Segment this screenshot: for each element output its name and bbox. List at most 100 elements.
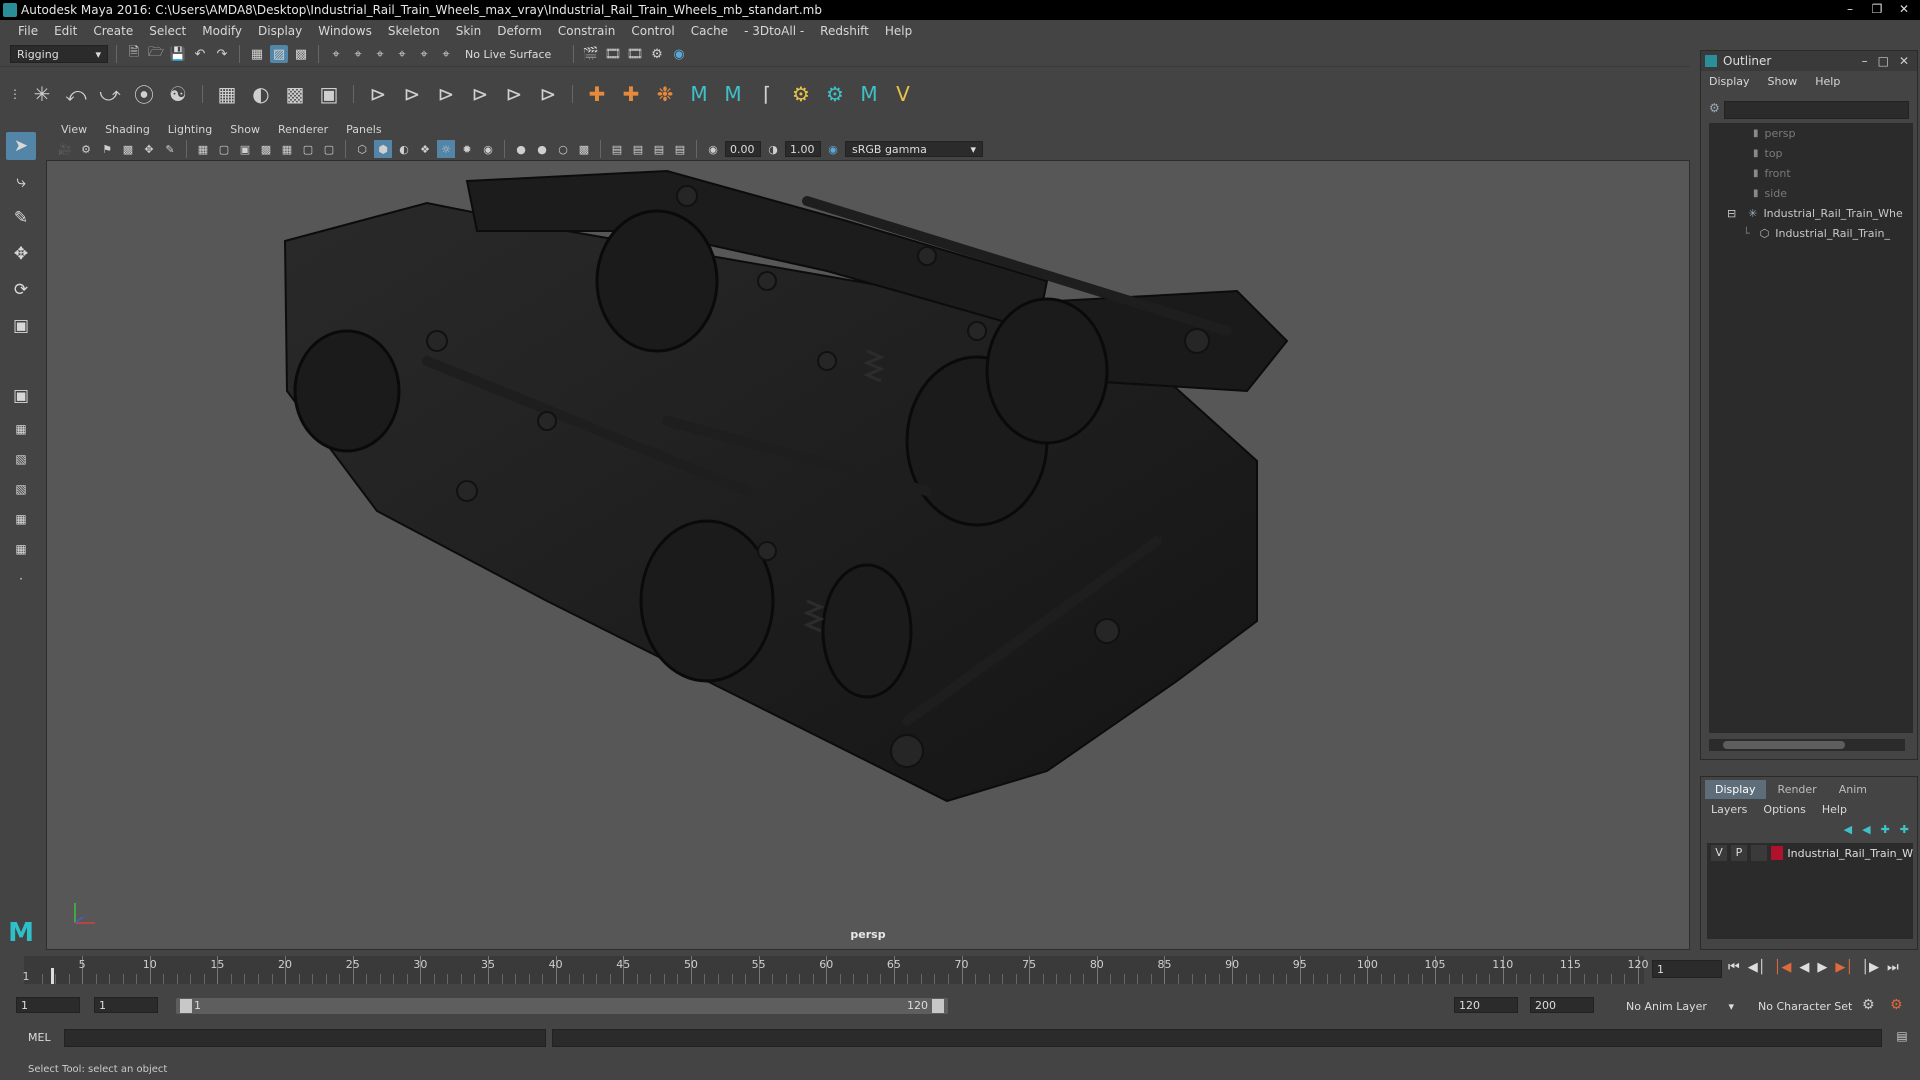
gamma-field[interactable]: 1.00 [785, 141, 821, 157]
render-settings-icon[interactable]: ⚙ [648, 45, 666, 63]
outliner-item-persp[interactable]: ▮ persp [1709, 123, 1905, 143]
single-perspective-layout-icon[interactable]: ▣ [6, 382, 36, 410]
panel-menu-lighting[interactable]: Lighting [159, 123, 221, 136]
restore-icon[interactable]: ❐ [1865, 1, 1889, 17]
persp-graph-layout-icon[interactable]: ▧ [6, 478, 36, 500]
select-tool-icon[interactable]: ➤ [6, 132, 36, 160]
camera-attributes-icon[interactable]: ⚙ [77, 140, 95, 158]
cluster-icon[interactable]: ▣ [315, 80, 343, 108]
more-layouts-icon[interactable]: · [6, 568, 36, 590]
play-forwards-icon[interactable]: ▶ [1817, 960, 1827, 975]
outliner-close-icon[interactable]: ✕ [1899, 54, 1909, 68]
snap-magnet-icon[interactable]: ⌖ [437, 45, 455, 63]
script-editor-icon[interactable]: ▤ [1892, 1029, 1912, 1047]
exposure-field[interactable]: 0.00 [725, 141, 761, 157]
image-plane-icon[interactable]: ▩ [119, 140, 137, 158]
move-tool-icon[interactable]: ✥ [6, 240, 36, 268]
aim-constraint-icon[interactable]: ⊳ [500, 80, 528, 108]
menu-windows[interactable]: Windows [310, 24, 380, 38]
step-forward-key-icon[interactable]: ▶│ [1835, 960, 1853, 975]
snap-grid-icon[interactable]: ⌖ [327, 45, 345, 63]
color-management-icon[interactable]: ◉ [824, 140, 842, 158]
panel-menu-show[interactable]: Show [221, 123, 269, 136]
new-layer-icon[interactable]: ✚ [1881, 823, 1890, 836]
outliner-menu-show[interactable]: Show [1768, 75, 1798, 88]
redo-icon[interactable]: ↷ [213, 45, 231, 63]
layer-row[interactable]: V P Industrial_Rail_Train_W [1707, 843, 1913, 863]
range-slider-bar[interactable]: 1 120 [176, 998, 948, 1014]
save-scene-icon[interactable]: 💾 [169, 45, 187, 63]
tab-anim[interactable]: Anim [1829, 780, 1877, 799]
menu-redshift[interactable]: Redshift [812, 24, 877, 38]
shadows-icon[interactable]: ✹ [458, 140, 476, 158]
menu-set-dropdown[interactable]: Rigging ▾ [10, 45, 108, 63]
panel-menu-panels[interactable]: Panels [337, 123, 390, 136]
outliner-menu-help[interactable]: Help [1815, 75, 1840, 88]
auto-key-icon[interactable]: ⚙ [1862, 997, 1875, 1013]
film-gate-icon[interactable]: ▢ [215, 140, 233, 158]
filter-icon[interactable]: ⚙ [1709, 101, 1720, 119]
menu-3dtoall[interactable]: - 3DtoAll - [736, 24, 812, 38]
locator-icon[interactable]: ✚ [583, 80, 611, 108]
hide-joints-icon[interactable]: ⚙ [787, 80, 815, 108]
rotate-tool-icon[interactable]: ⟳ [6, 276, 36, 304]
two-d-pan-icon[interactable]: ✥ [140, 140, 158, 158]
sculpt-deformer-icon[interactable]: ❉ [651, 80, 679, 108]
show-joints-icon[interactable]: ⚙ [821, 80, 849, 108]
snap-point-icon[interactable]: ⌖ [371, 45, 389, 63]
open-scene-icon[interactable]: 🗁 [147, 45, 165, 63]
grease-pencil-icon[interactable]: ✎ [161, 140, 179, 158]
outliner-item-group[interactable]: ⊟ ✳ Industrial_Rail_Train_Whe [1709, 203, 1905, 223]
shelf-options-icon[interactable]: ⋮ [8, 80, 22, 108]
maya-shelf-icon-a[interactable]: M [685, 80, 713, 108]
outliner-item-front[interactable]: ▮ front [1709, 163, 1905, 183]
paint-weights-icon[interactable]: ◐ [247, 80, 275, 108]
command-language-label[interactable]: MEL [28, 1031, 51, 1044]
layer-visibility-toggle[interactable]: V [1711, 845, 1727, 861]
select-hierarchy-icon[interactable]: ▦ [248, 45, 266, 63]
exposure-icon[interactable]: ◉ [704, 140, 722, 158]
close-icon[interactable]: ✕ [1892, 1, 1916, 17]
orient-constraint-icon[interactable]: ⊳ [432, 80, 460, 108]
menu-edit[interactable]: Edit [46, 24, 85, 38]
animation-end-field[interactable]: 200 [1530, 997, 1594, 1013]
persp-outliner-layout-icon[interactable]: ▧ [6, 448, 36, 470]
ipr-render-icon[interactable]: 🎞 [626, 45, 644, 63]
render-frame-icon[interactable]: 🎬 [582, 45, 600, 63]
outliner-item-side[interactable]: ▮ side [1709, 183, 1905, 203]
snap-view-icon[interactable]: ⌖ [393, 45, 411, 63]
menu-select[interactable]: Select [141, 24, 194, 38]
insert-joint-icon[interactable]: ⦿ [130, 80, 158, 108]
step-back-frame-icon[interactable]: ◀│ [1748, 960, 1766, 975]
wireframe-on-shaded-icon[interactable]: ◐ [395, 140, 413, 158]
menu-display[interactable]: Display [250, 24, 310, 38]
live-surface-label[interactable]: No Live Surface [465, 48, 565, 61]
collapse-icon[interactable]: ⊟ [1727, 207, 1736, 220]
use-all-lights-icon[interactable]: ☼ [437, 140, 455, 158]
joint-tool-icon[interactable]: ✳ [28, 80, 56, 108]
maya-shelf-icon-b[interactable]: M [719, 80, 747, 108]
v-tool-icon[interactable]: V [889, 80, 917, 108]
menu-control[interactable]: Control [623, 24, 682, 38]
scale-tool-icon[interactable]: ▣ [6, 312, 36, 340]
pole-vector-icon[interactable]: ⊳ [534, 80, 562, 108]
depth-of-field-icon[interactable]: ○ [554, 140, 572, 158]
go-to-end-icon[interactable]: ⏭ [1887, 960, 1899, 975]
ambient-occlusion-icon[interactable]: ◉ [479, 140, 497, 158]
bind-skin-icon[interactable]: ▦ [213, 80, 241, 108]
mirror-joint-icon[interactable]: ☯ [164, 80, 192, 108]
layer-color-swatch[interactable] [1770, 846, 1784, 860]
character-set-dropdown[interactable]: No Character Set [1752, 997, 1868, 1015]
range-end-handle[interactable] [932, 999, 944, 1013]
anim-layer-dropdown[interactable]: No Anim Layer ▾ [1620, 997, 1740, 1015]
new-scene-icon[interactable]: 🗎 [125, 45, 143, 63]
select-component-icon[interactable]: ▩ [292, 45, 310, 63]
wireframe-icon[interactable]: ⬡ [353, 140, 371, 158]
range-start-handle[interactable] [180, 999, 192, 1013]
menu-help[interactable]: Help [877, 24, 920, 38]
move-layer-down-icon[interactable]: ◀ [1862, 823, 1870, 836]
animation-start-field[interactable]: 1 [16, 997, 80, 1013]
layer-menu-options[interactable]: Options [1763, 803, 1805, 816]
xray-components-icon[interactable]: ▤ [650, 140, 668, 158]
parent-constraint-icon[interactable]: ⊳ [364, 80, 392, 108]
